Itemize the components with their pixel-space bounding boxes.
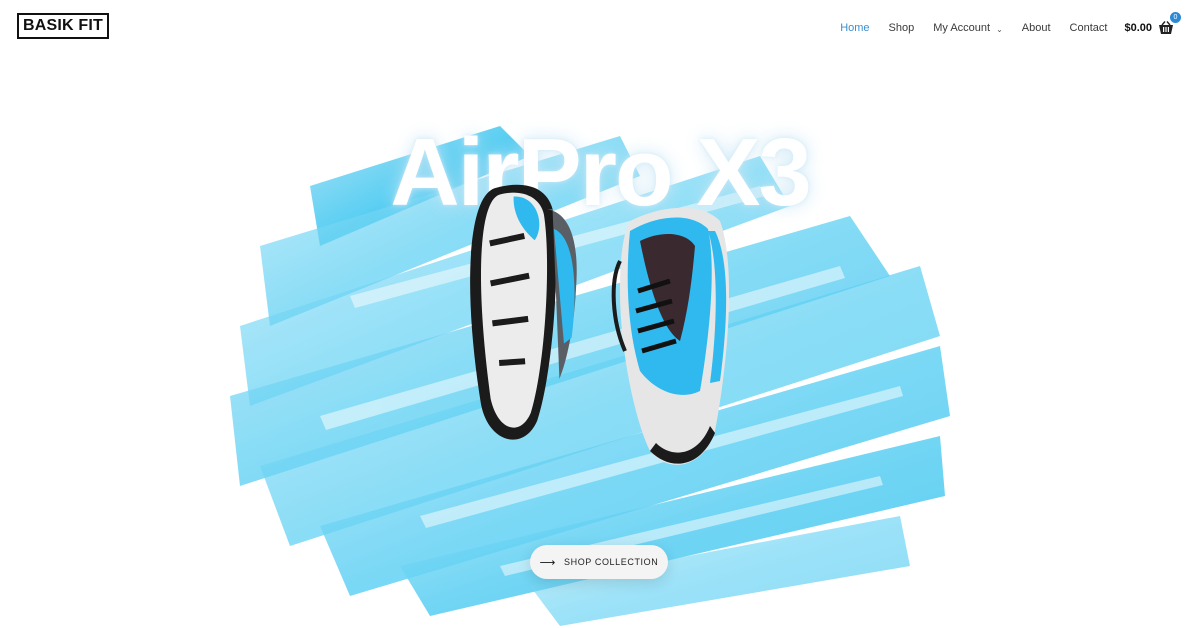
shopping-basket-icon[interactable]: 0 xyxy=(1158,12,1181,35)
nav-my-account-label: My Account xyxy=(933,22,991,34)
nav-about[interactable]: About xyxy=(1022,22,1051,34)
shop-collection-button[interactable]: ⟶ SHOP COLLECTION xyxy=(530,545,668,579)
nav-my-account[interactable]: My Account ⌄ xyxy=(933,22,1003,34)
sneakers-image xyxy=(470,184,730,465)
nav-shop[interactable]: Shop xyxy=(889,22,915,34)
site-logo[interactable]: BASIK FIT xyxy=(17,13,109,39)
main-nav: Home Shop My Account ⌄ About Contact $0.… xyxy=(821,12,1181,38)
logo-text: BASIK FIT xyxy=(22,17,104,34)
arrow-right-icon: ⟶ xyxy=(539,556,556,569)
site-header: BASIK FIT Home Shop My Account ⌄ About C… xyxy=(0,0,1200,56)
nav-home[interactable]: Home xyxy=(840,22,869,34)
cart-count-badge: 0 xyxy=(1170,12,1181,23)
nav-contact[interactable]: Contact xyxy=(1070,22,1108,34)
cart-total[interactable]: $0.00 xyxy=(1124,22,1152,34)
hero-section: AirPro X3 ⟶ SHOP COLLECTION xyxy=(0,56,1200,628)
shop-collection-label: SHOP COLLECTION xyxy=(564,557,659,567)
chevron-down-icon: ⌄ xyxy=(996,24,1003,34)
